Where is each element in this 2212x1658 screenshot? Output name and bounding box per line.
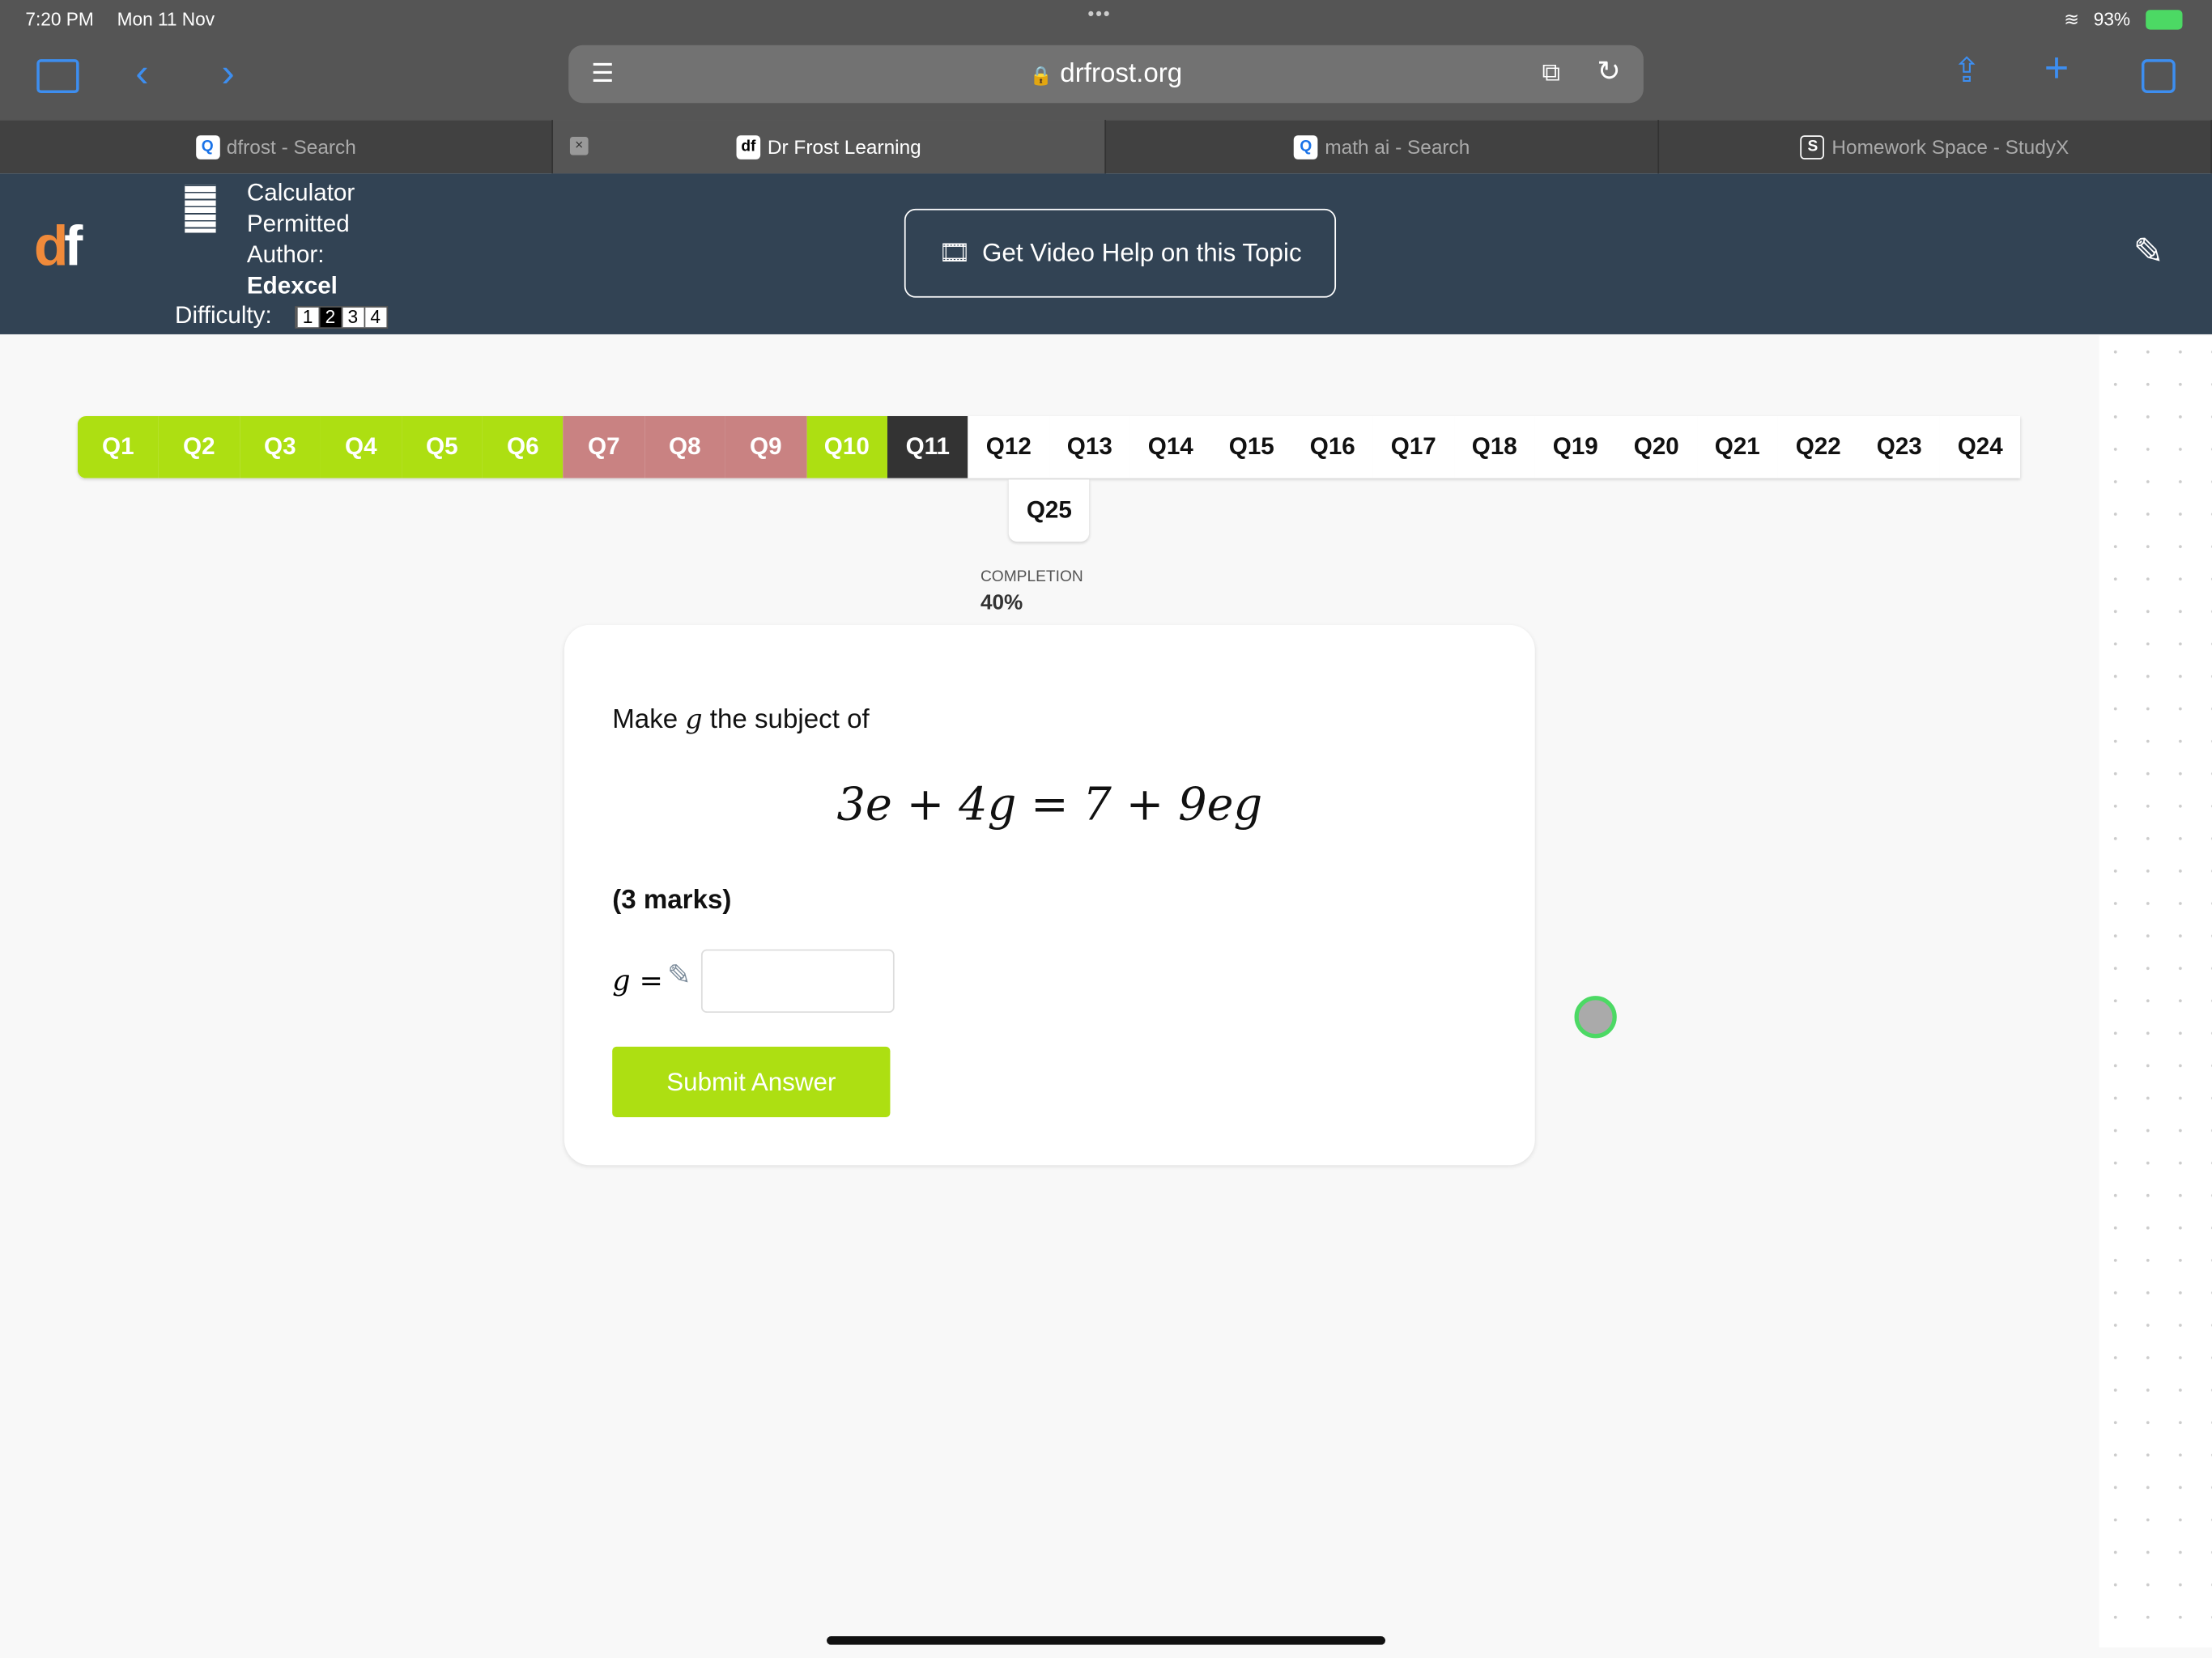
url-text: drfrost.org <box>1060 59 1183 89</box>
question-tab-q10[interactable]: Q10 <box>806 416 887 478</box>
prompt-variable: g <box>685 704 703 735</box>
s-icon: S <box>1801 134 1825 159</box>
df-icon: df <box>736 134 761 159</box>
completion-value: 40% <box>980 591 1023 615</box>
author-name: Edexcel <box>246 272 338 300</box>
pencil-icon[interactable]: ✎ <box>667 958 691 993</box>
equation: 3e + 4g = 7 + 9eg <box>836 777 1263 831</box>
tab-label: Homework Space - StudyX <box>1831 135 2069 159</box>
more-dots-icon[interactable]: ••• <box>1087 2 1111 23</box>
close-tab-icon[interactable]: × <box>569 137 589 155</box>
difficulty-2: 2 <box>318 306 342 327</box>
assistive-touch-button[interactable] <box>1574 996 1617 1039</box>
difficulty-label: Difficulty: <box>175 301 272 329</box>
difficulty-3: 3 <box>341 306 364 327</box>
tab-label: math ai - Search <box>1325 135 1470 159</box>
status-date: Mon 11 Nov <box>117 8 215 30</box>
wifi-icon: ≋ <box>2064 8 2080 30</box>
video-help-button[interactable]: 🎞 Get Video Help on this Topic <box>904 208 1337 298</box>
question-tab-q3[interactable]: Q3 <box>239 416 321 478</box>
reload-icon[interactable]: ↻ <box>1597 53 1620 89</box>
tab-math-ai-search[interactable]: Qmath ai - Search <box>1106 120 1660 174</box>
question-tab-q14[interactable]: Q14 <box>1129 416 1211 478</box>
tab-homework-space[interactable]: S Homework Space - StudyX <box>1659 120 2212 174</box>
forward-icon[interactable]: › <box>222 51 235 96</box>
tab-dr-frost-learning[interactable]: × df Dr Frost Learning <box>553 120 1107 174</box>
question-tab-q1[interactable]: Q1 <box>77 416 159 478</box>
question-tab-q9[interactable]: Q9 <box>725 416 806 478</box>
difficulty-indicator: 1234 <box>294 305 388 329</box>
tab-label: Dr Frost Learning <box>767 135 921 159</box>
question-tab-q2[interactable]: Q2 <box>158 416 240 478</box>
question-tab-q24[interactable]: Q24 <box>1939 416 2021 478</box>
prompt-text: the subject of <box>709 705 870 735</box>
question-tab-q5[interactable]: Q5 <box>401 416 483 478</box>
question-tab-q6[interactable]: Q6 <box>482 416 564 478</box>
back-icon[interactable]: ‹ <box>135 51 148 96</box>
question-tab-q20[interactable]: Q20 <box>1615 416 1697 478</box>
sidebar-icon[interactable] <box>36 59 79 93</box>
question-tab-q4[interactable]: Q4 <box>320 416 402 478</box>
home-indicator <box>827 1636 1386 1645</box>
difficulty-1: 1 <box>296 306 319 327</box>
question-prompt: Make g the subject of <box>612 704 870 736</box>
question-tab-q19[interactable]: Q19 <box>1534 416 1616 478</box>
calculator-line1: Calculator <box>246 179 355 206</box>
df-logo[interactable]: df <box>34 216 83 279</box>
tab-dfrost-search[interactable]: Qdfrost - Search <box>0 120 554 174</box>
prompt-text: Make <box>612 705 678 735</box>
question-tab-q17[interactable]: Q17 <box>1372 416 1454 478</box>
tabs-overview-icon[interactable] <box>2141 59 2176 93</box>
battery-level: 93% <box>2093 8 2131 30</box>
video-help-label: Get Video Help on this Topic <box>982 238 1302 267</box>
status-time: 7:20 PM <box>25 8 94 30</box>
question-tab-q23[interactable]: Q23 <box>1858 416 1940 478</box>
question-tab-q13[interactable]: Q13 <box>1049 416 1130 478</box>
difficulty-4: 4 <box>363 306 386 327</box>
question-tab-q7[interactable]: Q7 <box>563 416 644 478</box>
marks: (3 marks) <box>612 886 732 916</box>
tab-bar: Qdfrost - Search × df Dr Frost Learning Qm… <box>0 120 2212 174</box>
question-nav: Q1 Q2 Q3 Q4 Q5 Q6 Q7 Q8 Q9 Q10 Q11 Q12 Q13 Q14 Q15 Q16 Q… <box>77 416 2021 478</box>
pen-icon[interactable]: ✎ <box>2133 230 2164 274</box>
question-tab-q15[interactable]: Q15 <box>1210 416 1292 478</box>
answer-input[interactable] <box>700 949 895 1014</box>
address-bar[interactable]: ☰ 🔒 drfrost.org ⧉ ↻ <box>568 45 1644 104</box>
submit-answer-button[interactable]: Submit Answer <box>612 1046 891 1117</box>
new-tab-icon[interactable]: + <box>2044 45 2069 93</box>
scratchpad-area[interactable] <box>2099 335 2212 1648</box>
question-tab-q25[interactable]: Q25 <box>1008 479 1090 542</box>
question-tab-q18[interactable]: Q18 <box>1453 416 1535 478</box>
author-label: Author: <box>246 240 325 269</box>
question-tab-q11[interactable]: Q11 <box>887 416 968 478</box>
search-icon: Q <box>195 134 220 159</box>
film-icon: 🎞 <box>938 238 972 267</box>
lock-icon: 🔒 <box>1029 65 1053 87</box>
question-tab-q16[interactable]: Q16 <box>1291 416 1373 478</box>
question-tab-q22[interactable]: Q22 <box>1777 416 1859 478</box>
question-tab-q8[interactable]: Q8 <box>644 416 725 478</box>
answer-label: g = <box>612 963 663 997</box>
calculator-line2: Permitted <box>246 210 350 237</box>
search-icon: Q <box>1294 134 1318 159</box>
calculator-icon <box>185 185 216 233</box>
question-tab-q21[interactable]: Q21 <box>1696 416 1778 478</box>
completion-label: COMPLETION <box>980 568 1083 586</box>
battery-icon <box>2146 10 2183 30</box>
question-tab-q12[interactable]: Q12 <box>968 416 1049 478</box>
extension-icon[interactable]: ⧉ <box>1542 57 1559 87</box>
tab-label: dfrost - Search <box>226 135 356 159</box>
share-icon[interactable]: ⇪ <box>1952 51 1980 92</box>
browser-chrome: 7:20 PM Mon 11 Nov ••• ≋ 93% ‹ › ☰ 🔒 drf… <box>0 0 2212 121</box>
